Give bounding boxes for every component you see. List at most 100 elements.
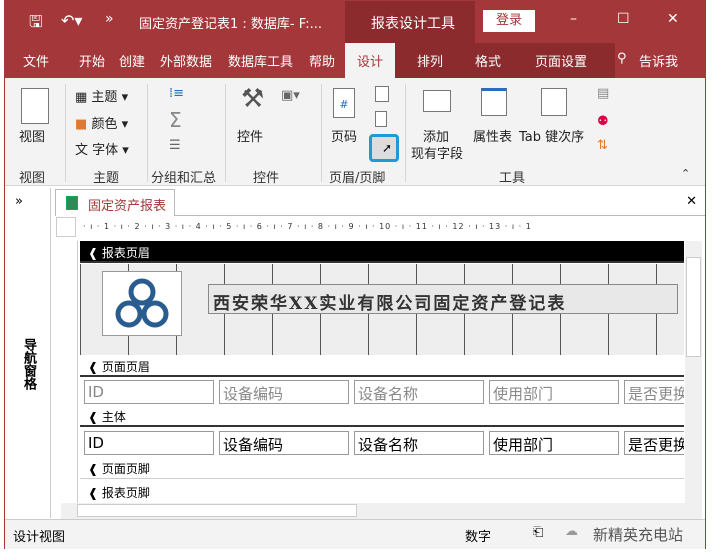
group-header-footer: 页眉/页脚 <box>329 171 386 186</box>
group-theme: 主题 <box>93 171 120 186</box>
fonts-button[interactable]: 文 字体 ▾ <box>75 139 129 158</box>
login-button[interactable]: 登录 <box>483 10 535 32</box>
controls-button[interactable]: 控件 <box>237 126 263 145</box>
add-fields-icon[interactable] <box>423 90 451 112</box>
tab-order-button[interactable]: Tab 键次序 <box>519 126 584 145</box>
report-icon <box>66 196 78 210</box>
scroll-thumb[interactable] <box>686 257 701 357</box>
close-doc-button[interactable]: ✕ <box>686 194 697 209</box>
tab-external-data[interactable]: 外部数据 <box>160 51 212 70</box>
subform-icon[interactable]: ▤ <box>597 86 609 101</box>
vertical-ruler <box>56 241 78 503</box>
collapse-ribbon-icon[interactable]: ⌃ <box>681 167 690 180</box>
textbox-device-name[interactable]: 设备名称 <box>354 431 484 455</box>
convert-macros-icon[interactable]: ⇅ <box>597 138 608 153</box>
save-icon[interactable]: 🖫 <box>29 11 43 38</box>
tab-page-setup[interactable]: 页面设置 <box>535 51 587 70</box>
divider <box>147 84 148 182</box>
group-controls: 控件 <box>253 171 280 186</box>
tab-design[interactable]: 设计 <box>345 43 396 78</box>
label-department[interactable]: 使用部门 <box>489 380 619 404</box>
label-id[interactable]: ID <box>84 380 214 404</box>
undo-icon[interactable]: ↶▾ <box>61 11 82 30</box>
tell-me[interactable]: 告诉我 <box>639 51 678 70</box>
biohazard-logo-icon <box>115 278 169 328</box>
section-page-footer[interactable]: ❰ 页面页脚 <box>80 457 684 479</box>
minimize-button[interactable]: – <box>570 11 577 27</box>
view-button[interactable]: 视图 <box>19 126 45 145</box>
logo-icon[interactable] <box>375 86 389 102</box>
divider <box>321 84 322 182</box>
select-report-box[interactable] <box>56 217 76 237</box>
nav-pane-label: 导航窗格 <box>21 338 36 390</box>
report-title-label[interactable]: 西安荣华XX实业有限公司固定资产登记表 <box>208 284 678 314</box>
page-number-button[interactable]: 页码 <box>331 126 357 145</box>
totals-icon[interactable]: Σ <box>169 108 182 132</box>
code-icon[interactable]: ⚉ <box>597 114 609 129</box>
divider <box>65 84 66 182</box>
section-label: 页面页脚 <box>101 462 150 476</box>
group-view: 视图 <box>19 171 46 186</box>
title-icon[interactable] <box>375 111 387 127</box>
textbox-department[interactable]: 使用部门 <box>489 431 619 455</box>
cursor-icon: ➚ <box>382 141 393 155</box>
tab-format[interactable]: 格式 <box>475 51 501 70</box>
search-icon[interactable]: ⚲ <box>617 51 627 66</box>
divider <box>225 84 226 182</box>
report-view-icon[interactable]: ⎗ <box>533 525 543 540</box>
horizontal-scrollbar[interactable] <box>61 503 702 519</box>
label-replace[interactable]: 是否更换 <box>624 380 684 404</box>
tab-fixed-asset-report[interactable]: 固定资产报表 <box>55 189 175 216</box>
section-detail[interactable]: ❰ 主体 <box>80 405 684 427</box>
ribbon: 视图 视图 ▦ 主题 ▾ ■ 颜色 ▾ 文 字体 ▾ 主题 ⁞≡ Σ ☰ 分组和… <box>5 78 705 186</box>
tab-create[interactable]: 创建 <box>119 51 145 70</box>
colors-icon: ■ <box>75 117 88 132</box>
page-number-icon[interactable]: # <box>333 88 355 118</box>
tab-home[interactable]: 开始 <box>79 51 105 70</box>
theme-button[interactable]: ▦ 主题 ▾ <box>75 86 128 105</box>
section-report-header[interactable]: ❰ 报表页眉 <box>80 241 684 263</box>
status-bar: 设计视图 数字 ⎗ ☁ 新精英充电站 <box>5 519 705 549</box>
view-icon[interactable] <box>21 88 49 124</box>
close-button[interactable]: ✕ <box>667 11 679 27</box>
more-commands[interactable]: » <box>105 11 114 27</box>
controls-icon[interactable]: ⚒ <box>241 84 264 114</box>
property-sheet-icon[interactable] <box>481 88 507 116</box>
section-label: 报表页眉 <box>101 246 150 260</box>
group-grouping: 分组和汇总 <box>151 171 217 186</box>
insert-image-icon[interactable]: ▣▾ <box>281 88 300 103</box>
company-logo[interactable] <box>102 271 182 336</box>
maximize-button[interactable]: ☐ <box>617 11 630 27</box>
tab-help[interactable]: 帮助 <box>309 51 335 70</box>
section-label: 报表页脚 <box>101 486 150 500</box>
section-label: 页面页眉 <box>101 360 150 374</box>
label-device-name[interactable]: 设备名称 <box>354 380 484 404</box>
group-sort-icon[interactable]: ⁞≡ <box>169 86 184 101</box>
section-page-header[interactable]: ❰ 页面页眉 <box>80 355 684 377</box>
tab-arrange[interactable]: 排列 <box>417 51 443 70</box>
status-view: 设计视图 <box>13 530 66 545</box>
section-report-footer[interactable]: ❰ 报表页脚 <box>80 481 684 503</box>
colors-button[interactable]: ■ 颜色 ▾ <box>75 113 128 132</box>
horizontal-ruler: · ı · 1 · ı · 2 · ı · 3 · ı · 4 · ı · 5 … <box>83 222 532 231</box>
label-device-code[interactable]: 设备编码 <box>219 380 349 404</box>
property-sheet-button[interactable]: 属性表 <box>473 126 512 145</box>
theme-label: 主题 <box>91 90 118 105</box>
navigation-pane[interactable]: » 导航窗格 <box>5 188 51 518</box>
wechat-icon: ☁ <box>565 524 578 539</box>
date-time-button[interactable]: ➚ <box>369 134 399 162</box>
ribbon-tabs: 文件 开始 创建 外部数据 数据库工具 帮助 设计 排列 格式 页面设置 ⚲ 告… <box>5 43 705 78</box>
section-label: 主体 <box>101 410 126 424</box>
vertical-scrollbar[interactable] <box>685 241 702 503</box>
watermark-text: 新精英充电站 <box>593 526 684 544</box>
expand-nav-button[interactable]: » <box>15 194 23 209</box>
tab-file[interactable]: 文件 <box>23 51 49 70</box>
tab-order-icon[interactable] <box>541 88 567 116</box>
tab-database-tools[interactable]: 数据库工具 <box>228 51 293 70</box>
textbox-replace[interactable]: 是否更换 <box>624 431 684 455</box>
add-fields-label2[interactable]: 现有字段 <box>411 143 463 162</box>
hscroll-thumb[interactable] <box>77 504 357 517</box>
hide-details-icon[interactable]: ☰ <box>169 138 181 153</box>
textbox-id[interactable]: ID <box>84 431 214 455</box>
textbox-device-code[interactable]: 设备编码 <box>219 431 349 455</box>
